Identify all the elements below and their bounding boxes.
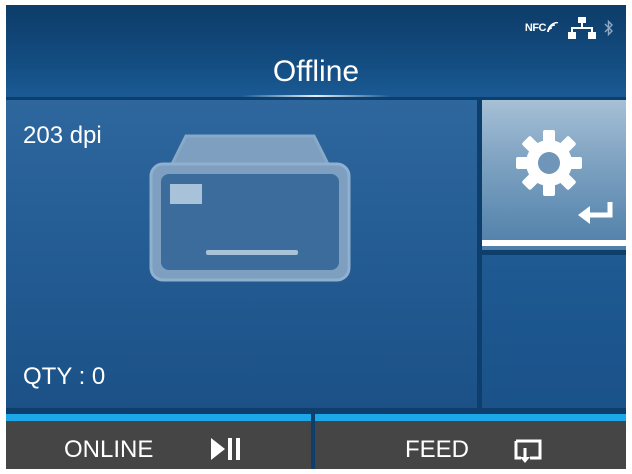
feed-button[interactable]: FEED (315, 414, 626, 469)
play-pause-icon (211, 438, 240, 460)
settings-button[interactable] (482, 100, 626, 250)
gear-icon (516, 130, 582, 196)
status-icons: NFC (525, 17, 614, 39)
online-label: ONLINE (64, 436, 154, 463)
printer-display: NFC Offline 203 dpi QTY: 0 ONLINE FEED (6, 5, 626, 469)
softkey-accent (6, 414, 311, 421)
online-button[interactable]: ONLINE (6, 414, 311, 469)
feed-label: FEED (405, 436, 470, 463)
nfc-icon: NFC (525, 22, 560, 34)
nfc-label: NFC (524, 22, 547, 34)
main-status-panel[interactable]: 203 dpi QTY : 0 (6, 100, 477, 408)
enter-icon (578, 202, 613, 224)
resolution-label: 203 dpi (23, 122, 102, 149)
quantity-label: QTY : 0 (23, 363, 106, 390)
feed-icon (514, 439, 542, 463)
printer-icon (149, 134, 351, 282)
status-bar: NFC Offline (6, 5, 626, 97)
title-underline (242, 95, 390, 97)
page-title: Offline (272, 55, 360, 88)
bluetooth-icon (604, 19, 613, 37)
side-panel (482, 255, 626, 408)
softkey-accent (315, 414, 626, 421)
network-icon (568, 17, 596, 39)
settings-underline (482, 240, 626, 246)
